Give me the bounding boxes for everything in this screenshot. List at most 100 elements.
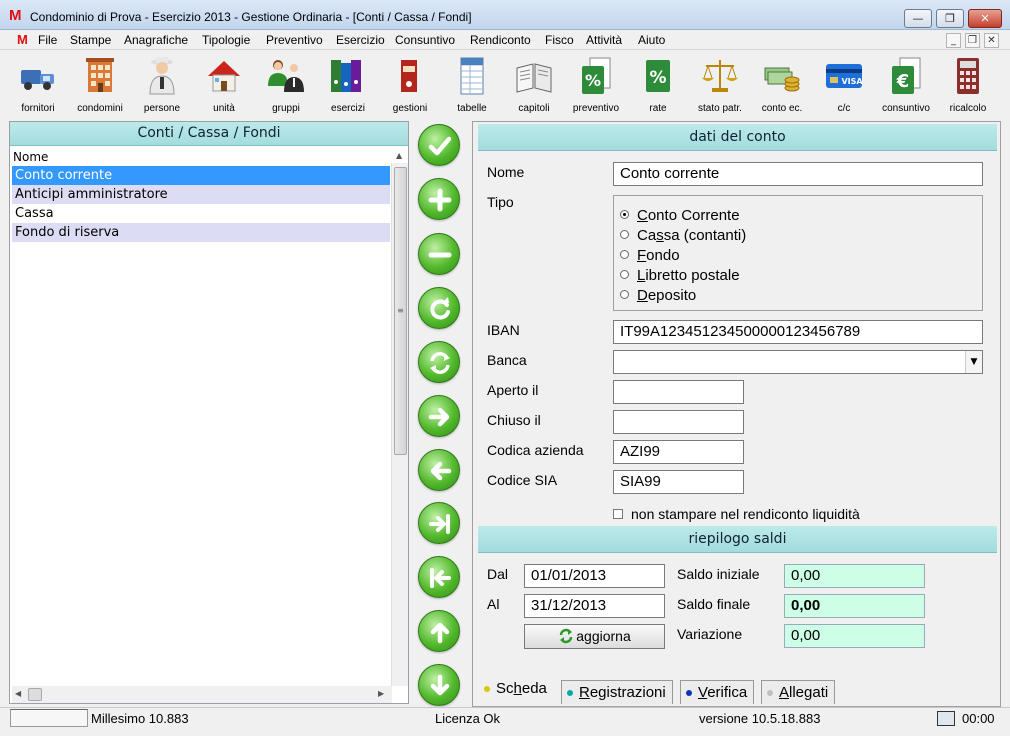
toolbar-fornitori-button[interactable]: fornitori <box>7 52 69 116</box>
vertical-scrollbar[interactable]: ▲ ≡ <box>391 151 408 686</box>
binder-icon <box>401 60 417 92</box>
chevron-down-icon[interactable]: ▼ <box>965 351 982 373</box>
toolbar-rate-button[interactable]: % rate <box>627 52 689 116</box>
menu-esercizio[interactable]: Esercizio <box>336 33 385 47</box>
dal-date-field[interactable]: 01/01/2013 <box>524 564 665 588</box>
codice-azienda-field[interactable]: AZI99 <box>613 440 744 464</box>
nome-field[interactable]: Conto corrente <box>613 162 983 186</box>
list-row[interactable]: Anticipi amministratore <box>12 185 390 204</box>
mdi-restore-button[interactable]: ❐ <box>965 33 980 48</box>
tab-verifica[interactable]: Verifica <box>680 680 755 704</box>
list-row[interactable]: Fondo di riserva <box>12 223 390 242</box>
scales-icon <box>702 60 738 92</box>
confirm-button[interactable] <box>418 124 460 166</box>
radio-deposito[interactable]: Deposito <box>620 287 696 305</box>
toolbar-tabelle-button[interactable]: tabelle <box>441 52 503 116</box>
toolbar-conto-ec-button[interactable]: conto ec. <box>751 52 813 116</box>
horizontal-scrollbar[interactable]: ◀ ▶ <box>12 686 392 703</box>
scrollbar-thumb[interactable]: ≡ <box>394 167 407 455</box>
mdi-minimize-button[interactable]: _ <box>946 33 961 48</box>
minimize-button[interactable]: — <box>904 9 932 28</box>
menu-fisco[interactable]: Fisco <box>545 33 574 47</box>
toolbar-consuntivo-button[interactable]: € consuntivo <box>875 52 937 116</box>
tab-label: R <box>579 684 590 701</box>
aggiorna-button[interactable]: aggiorna <box>524 624 665 649</box>
codice-sia-field[interactable]: SIA99 <box>613 470 744 494</box>
table-icon <box>460 57 484 95</box>
truck-icon <box>21 70 54 90</box>
scroll-right-icon[interactable]: ▶ <box>378 689 384 698</box>
radio-selected-icon <box>620 210 629 219</box>
chiuso-field[interactable] <box>613 410 744 434</box>
menu-rendiconto[interactable]: Rendiconto <box>470 33 531 47</box>
previous-button[interactable] <box>418 449 460 491</box>
menu-attivita[interactable]: Attività <box>586 33 622 47</box>
tab-allegati[interactable]: Allegati <box>761 680 836 704</box>
column-header-nome[interactable]: Nome <box>13 150 48 164</box>
toolbar-persone-button[interactable]: persone <box>131 52 193 116</box>
list-row[interactable]: Cassa <box>12 204 390 223</box>
toolbar-gestioni-button[interactable]: gestioni <box>379 52 441 116</box>
menu-file[interactable]: File <box>38 33 57 47</box>
menu-consuntivo[interactable]: Consuntivo <box>395 33 455 47</box>
menu-aiuto[interactable]: Aiuto <box>638 33 665 47</box>
toolbar-esercizi-button[interactable]: esercizi <box>317 52 379 116</box>
radio-label: C <box>637 207 648 224</box>
percent-icon: % <box>646 60 670 92</box>
iban-field[interactable]: IT99A123451234500000123456789 <box>613 320 983 344</box>
keyboard-icon <box>937 711 955 726</box>
scroll-left-icon[interactable]: ◀ <box>15 689 21 698</box>
radio-conto-corrente[interactable]: Conto Corrente <box>620 207 740 225</box>
refresh-button[interactable] <box>418 287 460 329</box>
radio-label: ibretto postale <box>645 267 740 284</box>
reload-button[interactable] <box>418 341 460 383</box>
toolbar-gruppi-button[interactable]: gruppi <box>255 52 317 116</box>
toolbar-cc-button[interactable]: VISA c/c <box>813 52 875 116</box>
svg-text:€: € <box>896 71 910 92</box>
toolbar: fornitori condomini persone unità gruppi… <box>0 50 1010 118</box>
no-print-checkbox[interactable]: non stampare nel rendiconto liquidità <box>613 506 860 522</box>
aperto-field[interactable] <box>613 380 744 404</box>
mdi-close-button[interactable]: ✕ <box>984 33 999 48</box>
menu-stampe[interactable]: Stampe <box>70 33 111 47</box>
add-button[interactable] <box>418 178 460 220</box>
toolbar-capitoli-button[interactable]: capitoli <box>503 52 565 116</box>
tab-registrazioni[interactable]: Registrazioni <box>561 680 673 704</box>
move-up-button[interactable] <box>418 610 460 652</box>
radio-icon <box>620 250 629 259</box>
toolbar-ricalcolo-button[interactable]: ricalcolo <box>937 52 999 116</box>
saldo-iniziale-field: 0,00 <box>784 564 925 588</box>
scrollbar-thumb[interactable] <box>28 688 42 701</box>
radio-cassa[interactable]: Cassa (contanti) <box>620 227 746 245</box>
tab-scheda[interactable]: Scheda <box>478 676 554 704</box>
tab-label: llegati <box>789 684 829 701</box>
app-logo-icon: M <box>9 7 22 24</box>
tab-label: Sc <box>496 680 514 697</box>
move-down-button[interactable] <box>418 664 460 706</box>
toolbar-condomini-button[interactable]: condomini <box>69 52 131 116</box>
scroll-up-icon[interactable]: ▲ <box>396 151 402 160</box>
list-row[interactable]: Conto corrente <box>12 166 390 185</box>
menu-anagrafiche[interactable]: Anagrafiche <box>124 33 188 47</box>
coins-icon <box>764 67 800 92</box>
toolbar-stato-patr-button[interactable]: stato patr. <box>689 52 751 116</box>
radio-libretto-postale[interactable]: Libretto postale <box>620 267 740 285</box>
next-button[interactable] <box>418 395 460 437</box>
menu-preventivo[interactable]: Preventivo <box>266 33 323 47</box>
toolbar-preventivo-button[interactable]: % preventivo <box>565 52 627 116</box>
radio-label: s <box>656 227 664 244</box>
toolbar-unita-button[interactable]: unità <box>193 52 255 116</box>
radio-fondo[interactable]: Fondo <box>620 247 680 265</box>
first-button[interactable] <box>418 556 460 598</box>
close-button[interactable]: ✕ <box>968 9 1002 28</box>
binders-icon <box>331 60 361 92</box>
remove-button[interactable] <box>418 233 460 275</box>
al-label: Al <box>487 596 500 612</box>
toolbar-label: preventivo <box>572 103 620 114</box>
last-button[interactable] <box>418 502 460 544</box>
maximize-button[interactable]: ❐ <box>936 9 964 28</box>
menu-tipologie[interactable]: Tipologie <box>202 33 250 47</box>
toolbar-label: rate <box>649 103 667 114</box>
al-date-field[interactable]: 31/12/2013 <box>524 594 665 618</box>
banca-select[interactable] <box>613 350 983 374</box>
